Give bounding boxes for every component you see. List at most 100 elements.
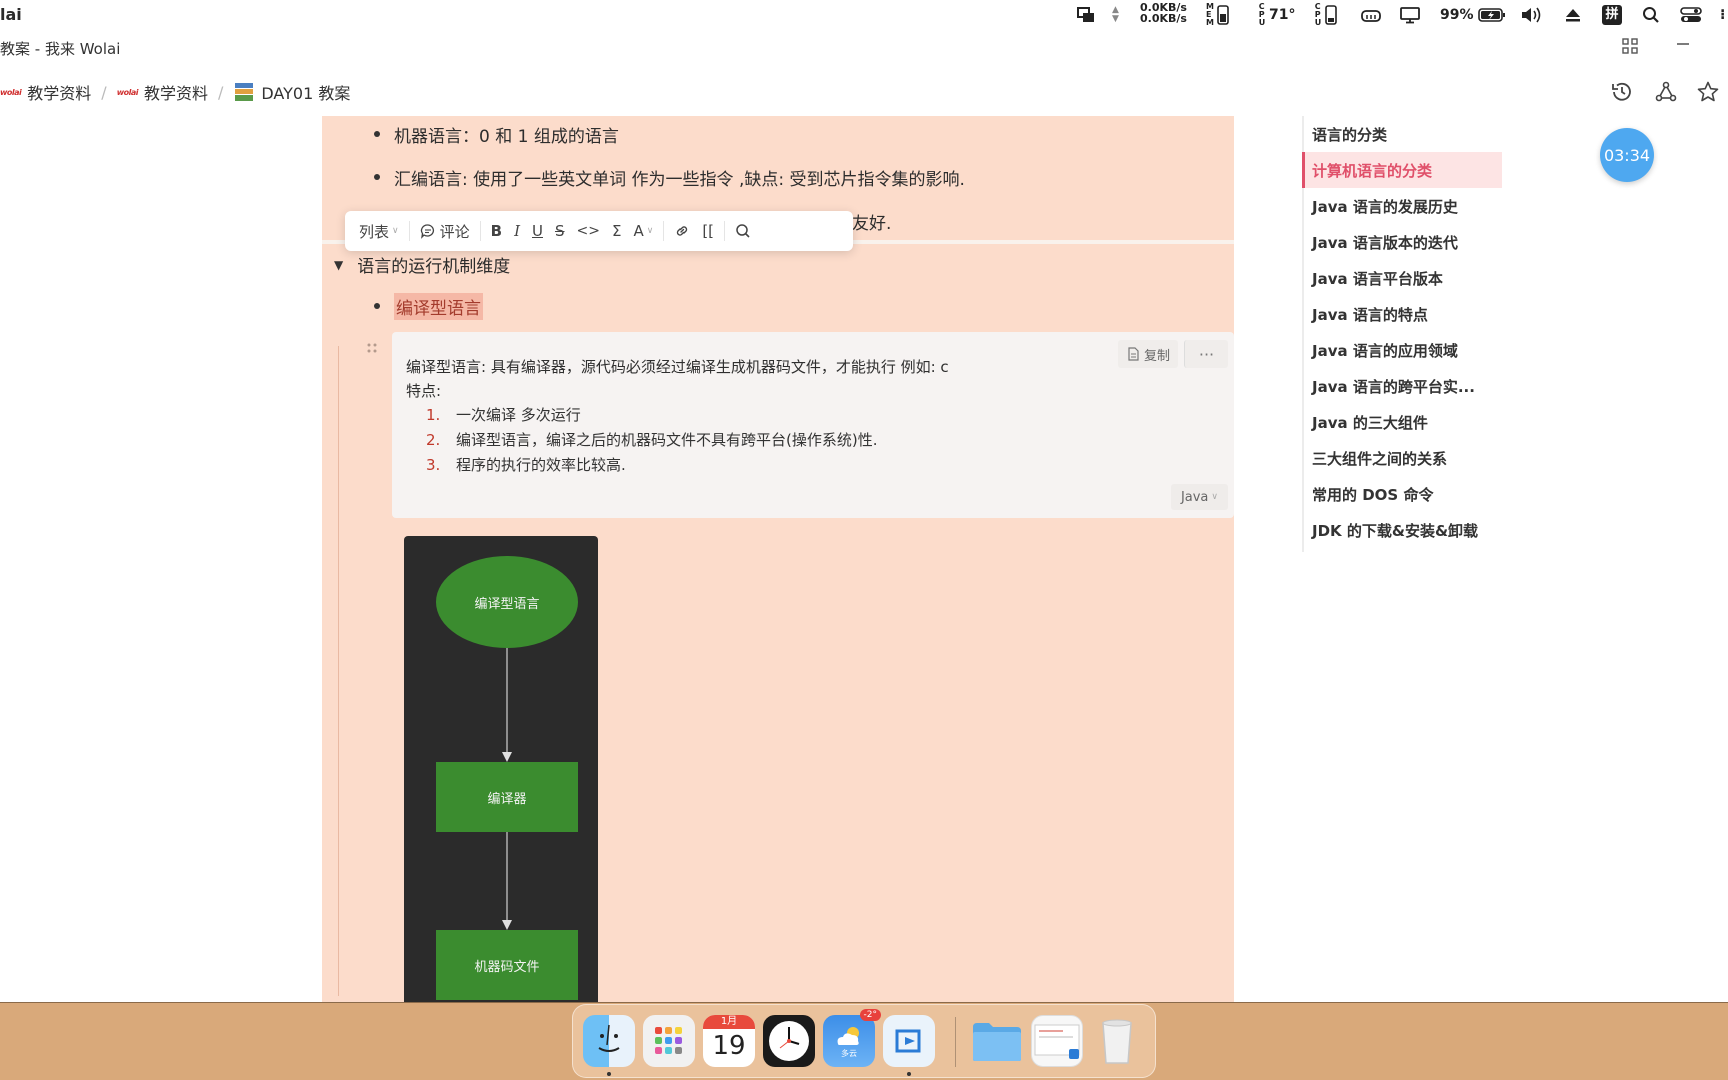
- toggle-triangle-icon[interactable]: ▼: [334, 258, 343, 272]
- breadcrumb-item[interactable]: wolai 教学资料: [117, 80, 208, 104]
- formula-button[interactable]: Σ: [606, 216, 627, 246]
- breadcrumb: wolai 教学资料 / wolai 教学资料 / DAY01 教案: [0, 80, 350, 104]
- outline-item[interactable]: Java 语言的发展历史: [1302, 188, 1502, 224]
- battery-percent[interactable]: 99%: [1440, 4, 1474, 26]
- arrowhead: [502, 752, 512, 762]
- battery-icon[interactable]: [1478, 4, 1506, 26]
- history-icon[interactable]: [1610, 80, 1634, 104]
- breadcrumb-label: 教学资料: [27, 84, 92, 103]
- calendar-icon[interactable]: 1月 19: [703, 1015, 755, 1067]
- share-graph-icon[interactable]: [1654, 80, 1678, 104]
- display-icon[interactable]: [1400, 4, 1420, 26]
- search-icon: [736, 224, 750, 238]
- recent-window-thumbnail[interactable]: [1031, 1015, 1083, 1067]
- folder-icon[interactable]: [971, 1015, 1023, 1067]
- flowchart-diagram[interactable]: 编译型语言 编译器 机器码文件: [404, 536, 598, 1006]
- eject-icon[interactable]: [1564, 4, 1582, 26]
- books-icon: [235, 83, 254, 101]
- outline-item-active[interactable]: 计算机语言的分类: [1302, 152, 1502, 188]
- list-item[interactable]: 汇编语言: 使用了一些英文单词 作为一些指令 ,缺点: 受到芯片指令集的影响.: [374, 165, 965, 190]
- breadcrumb-separator: /: [101, 82, 107, 102]
- breadcrumb-separator: /: [217, 82, 224, 102]
- code-line: 编译型语言: 具有编译器，源代码必须经过编译生成机器码文件，才能执行 例如: c: [406, 358, 949, 376]
- text-color-button[interactable]: A ∨: [627, 216, 659, 246]
- inline-code-button[interactable]: <>: [571, 216, 606, 246]
- copy-label: 复制: [1143, 348, 1170, 364]
- italic-button[interactable]: I: [508, 216, 526, 246]
- highlighted-list-item[interactable]: 编译型语言: [374, 293, 483, 320]
- input-method-icon[interactable]: 拼: [1602, 4, 1622, 26]
- outline-item[interactable]: Java 语言版本的迭代: [1302, 224, 1502, 260]
- calendar-day: 19: [712, 1031, 746, 1061]
- list-type-dropdown[interactable]: 列表 ∨: [353, 216, 405, 246]
- search-button[interactable]: [729, 216, 757, 246]
- strikethrough-button[interactable]: S: [549, 216, 571, 246]
- link-icon: [677, 226, 688, 236]
- page-reference-button[interactable]: [[: [696, 216, 720, 246]
- weather-icon[interactable]: 多云 -2°: [823, 1009, 881, 1067]
- screen-mirror-icon[interactable]: [1076, 4, 1096, 26]
- minimize-button[interactable]: [1676, 36, 1690, 56]
- bold-button[interactable]: B: [485, 216, 508, 246]
- grid-view-icon[interactable]: [1622, 38, 1638, 58]
- breadcrumb-label: 教学资料: [143, 84, 208, 103]
- network-speed: 0.0KB/s 0.0KB/s: [1140, 1, 1187, 25]
- app-name[interactable]: lai: [0, 5, 22, 24]
- code-line: 特点:: [406, 382, 442, 400]
- arrowhead: [502, 920, 512, 930]
- code-list-item: 2. 编译型语言，编译之后的机器码文件不具有跨平台(操作系统)性.: [426, 431, 878, 449]
- trash-icon[interactable]: [1091, 1015, 1143, 1067]
- toolbar-divider: [724, 221, 726, 241]
- link-button[interactable]: [668, 216, 696, 246]
- code-language-select[interactable]: Java ∨: [1170, 484, 1228, 510]
- cpu-temp[interactable]: CPU 71°: [1258, 3, 1296, 27]
- outline-item[interactable]: JDK 的下载&安装&卸载: [1302, 512, 1502, 548]
- cpu-icon: [1325, 5, 1337, 25]
- outline-item[interactable]: 三大组件之间的关系: [1302, 440, 1502, 476]
- comment-button[interactable]: 评论: [414, 216, 476, 246]
- dock: 1月 19 多云 -2°: [572, 1004, 1156, 1078]
- list-item[interactable]: 机器语言：0 和 1 组成的语言: [374, 122, 619, 147]
- timer-badge[interactable]: 03:34: [1600, 128, 1654, 182]
- outline-item[interactable]: Java 语言的特点: [1302, 296, 1502, 332]
- toggle-heading[interactable]: ▼ 语言的运行机制维度: [334, 252, 510, 277]
- language-label: Java: [1180, 489, 1209, 505]
- dock-separator: [955, 1017, 956, 1067]
- list-item-fragment[interactable]: 友好.: [831, 209, 891, 234]
- chevron-down-icon: ∨: [646, 226, 654, 236]
- menu-overflow-icon[interactable]: ⁝: [1720, 4, 1725, 26]
- outline-item[interactable]: Java 语言的应用领域: [1302, 332, 1502, 368]
- copy-button[interactable]: 复制: [1117, 340, 1178, 368]
- flow-node-label: 编译器: [487, 792, 527, 807]
- cpu-usage-indicator[interactable]: CPU: [1314, 3, 1337, 27]
- system-menubar: lai ▲ ▼ 0.0KB/s 0.0KB/s MEM CPU 71° CPU 9…: [0, 0, 1728, 30]
- running-indicator: [907, 1072, 911, 1076]
- outline-item[interactable]: Java 语言的跨平台实...: [1302, 368, 1502, 404]
- code-block[interactable]: 编译型语言: 具有编译器，源代码必须经过编译生成机器码文件，才能执行 例如: c…: [392, 332, 1234, 518]
- finder-icon[interactable]: [583, 1015, 635, 1067]
- control-center-icon[interactable]: [1680, 4, 1702, 26]
- outline-item[interactable]: 语言的分类: [1302, 116, 1502, 152]
- toolbar-divider: [663, 221, 665, 241]
- network-arrows-icon: ▲ ▼: [1112, 5, 1119, 24]
- toolbar-divider: [479, 221, 481, 241]
- breadcrumb-item[interactable]: wolai 教学资料: [0, 80, 91, 104]
- cloud-drive-icon[interactable]: [1360, 4, 1382, 26]
- outline-item[interactable]: Java 语言平台版本: [1302, 260, 1502, 296]
- volume-icon[interactable]: [1520, 4, 1544, 26]
- memory-indicator[interactable]: MEM: [1206, 3, 1229, 27]
- spotlight-search-icon[interactable]: [1642, 4, 1660, 26]
- toggle-heading-text: 语言的运行机制维度: [357, 257, 511, 277]
- screen-share-app-icon[interactable]: [883, 1015, 935, 1067]
- more-options-button[interactable]: ···: [1184, 340, 1228, 368]
- drag-handle-icon[interactable]: [366, 342, 378, 358]
- breadcrumb-item-current[interactable]: DAY01 教案: [233, 80, 350, 104]
- outline-item[interactable]: Java 的三大组件: [1302, 404, 1502, 440]
- clock-icon[interactable]: [763, 1015, 815, 1067]
- wolai-logo-icon: wolai: [116, 87, 139, 97]
- code-list-item: 3. 程序的执行的效率比较高.: [426, 456, 626, 474]
- launchpad-icon[interactable]: [643, 1015, 695, 1067]
- star-icon[interactable]: [1696, 80, 1720, 104]
- underline-button[interactable]: U: [526, 216, 549, 246]
- outline-item[interactable]: 常用的 DOS 命令: [1302, 476, 1502, 512]
